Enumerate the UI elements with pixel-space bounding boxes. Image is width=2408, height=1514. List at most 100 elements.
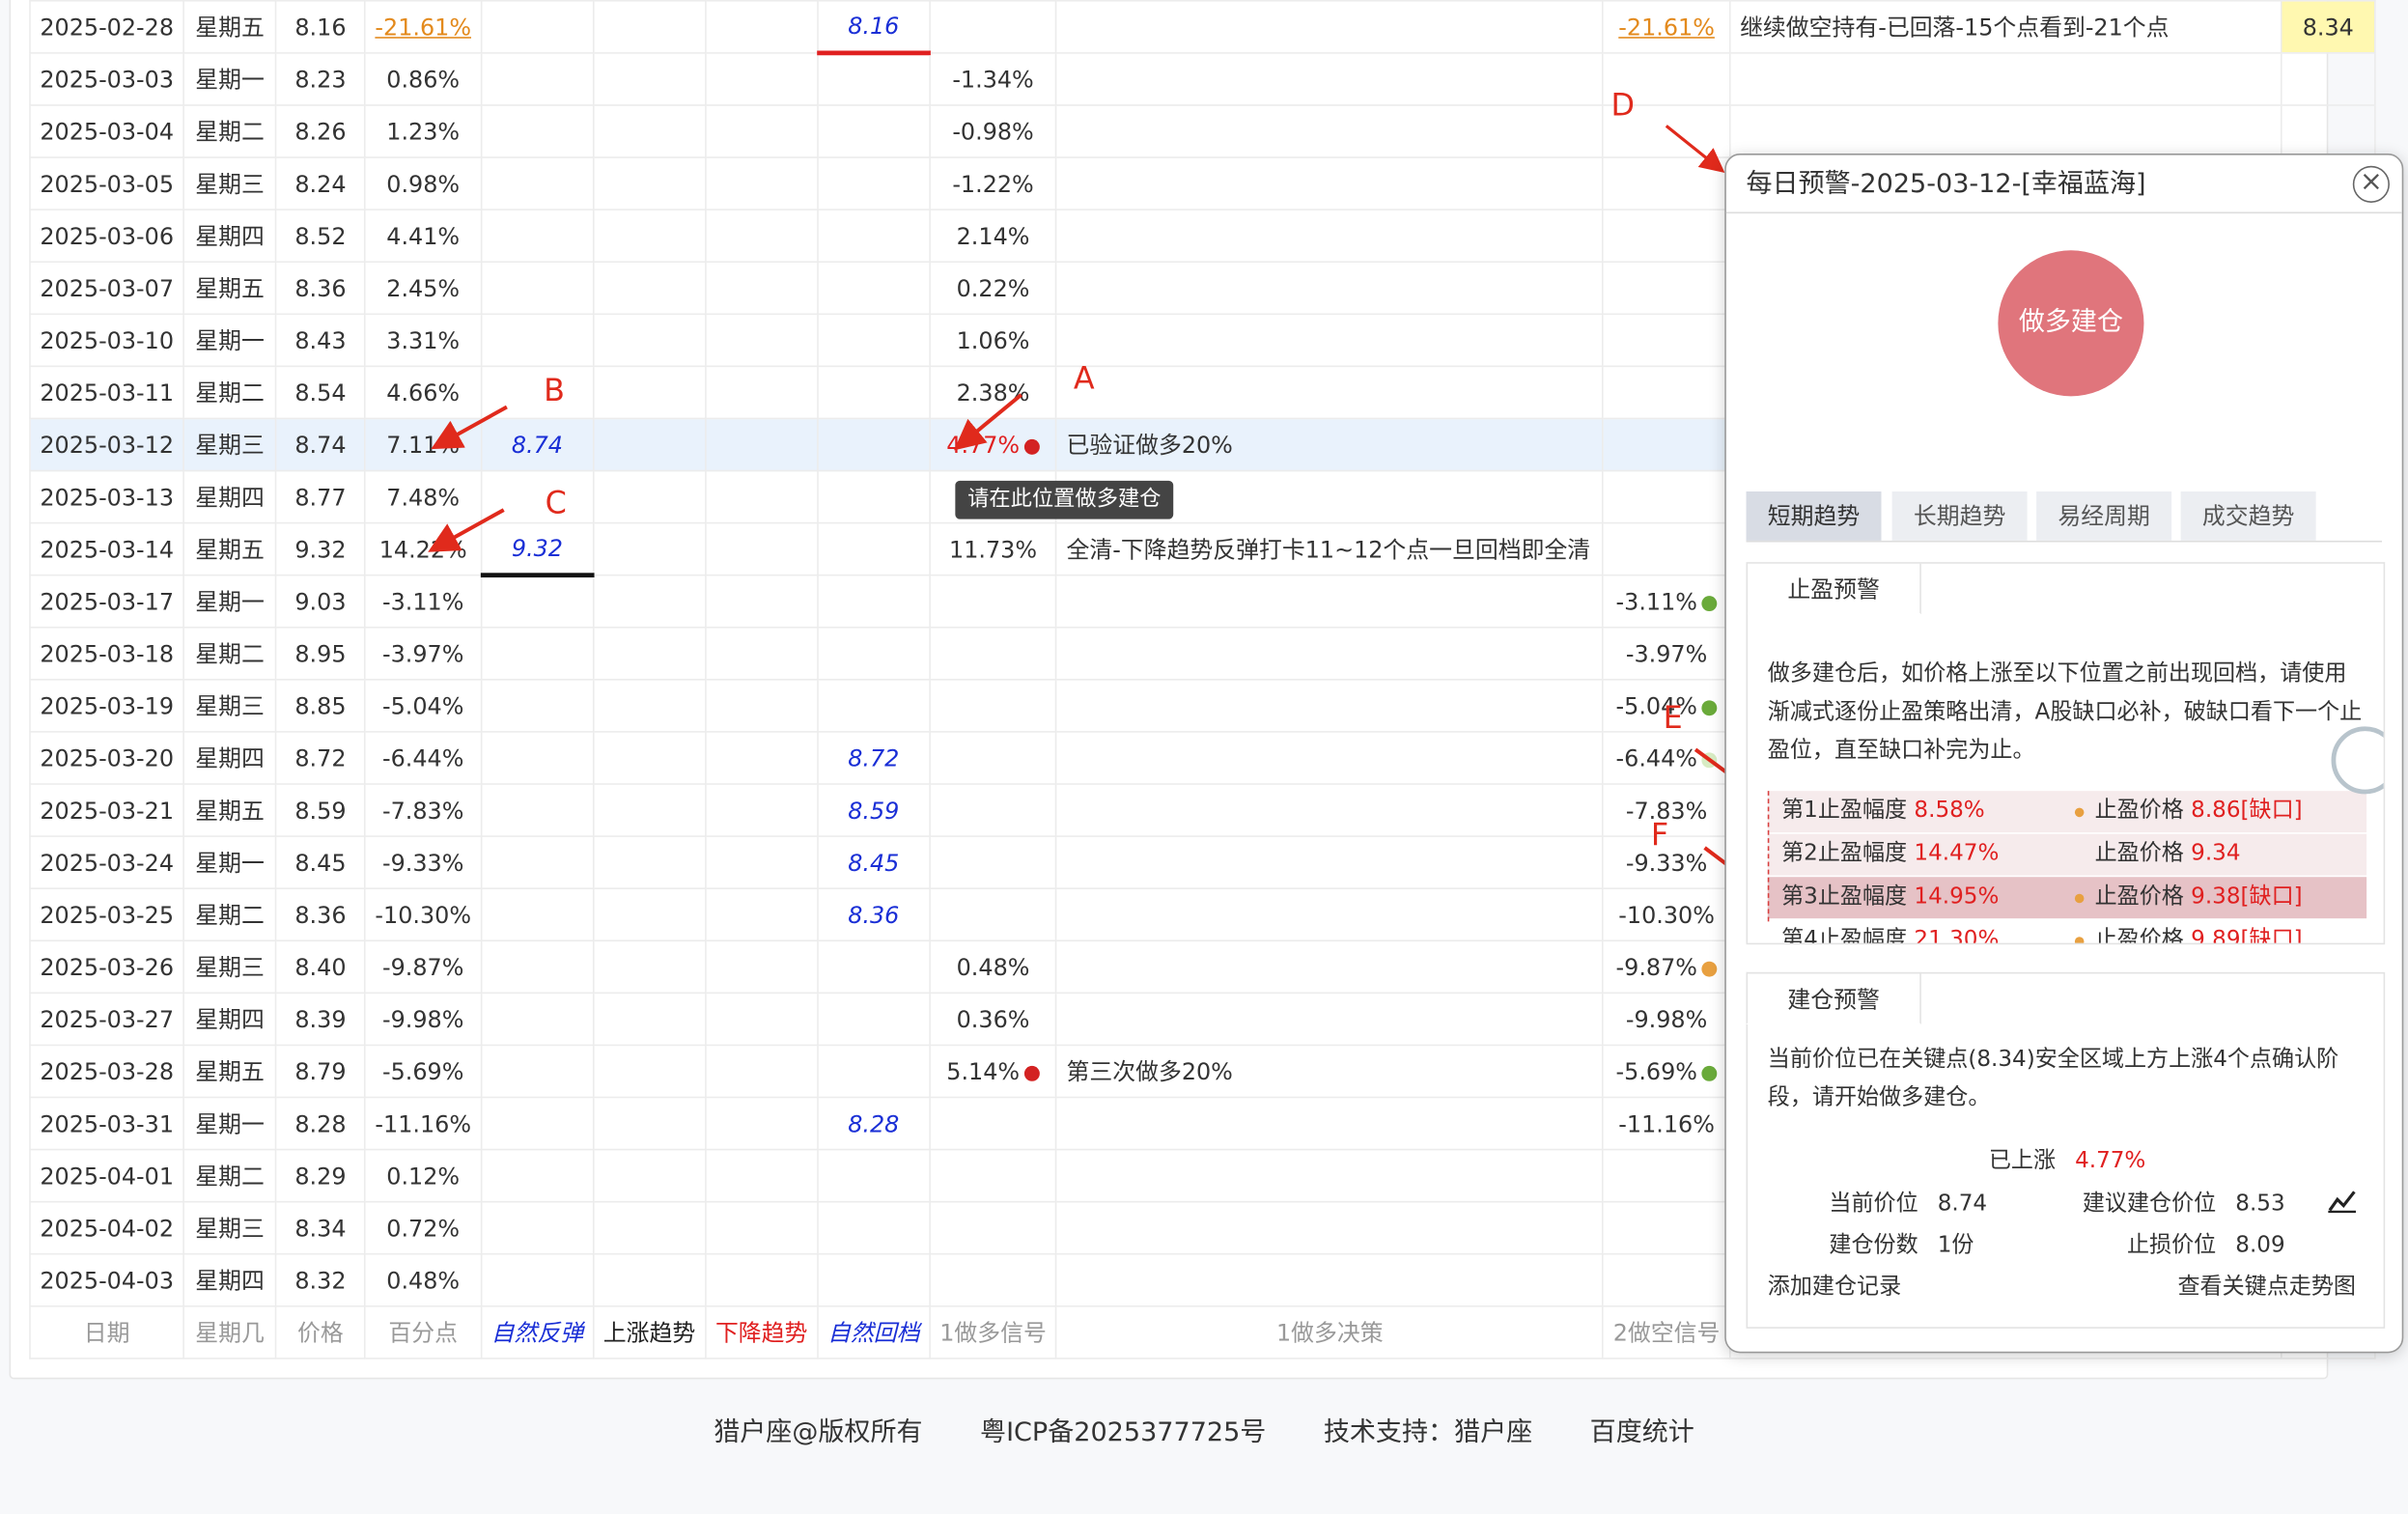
- cell-long-signal: 2.38%: [929, 365, 1057, 420]
- cell-long-decision: [1055, 887, 1605, 942]
- cell-natural-retrace: [816, 521, 931, 576]
- cell-uptrend: [592, 1096, 707, 1151]
- cell-long-signal: [929, 835, 1057, 889]
- cell-long-signal: [929, 1200, 1057, 1255]
- cell-date: 2025-03-03: [29, 52, 185, 106]
- signal-dot-icon[interactable]: [1701, 699, 1718, 715]
- cell-weekday: 星期二: [182, 626, 277, 681]
- annotation-b: B: [544, 371, 565, 409]
- tp-level-pct: 21.30%: [1914, 927, 2000, 945]
- signal-dot-icon[interactable]: [1023, 438, 1040, 455]
- cell-date: 2025-03-05: [29, 156, 185, 210]
- cell-natural-retrace: [816, 104, 931, 158]
- rise-row: 已上涨 4.77%: [1989, 1142, 2146, 1174]
- cell-date: 2025-03-10: [29, 313, 185, 368]
- take-profit-row: 第1止盈幅度 8.58% 止盈价格 8.86[缺口]: [1767, 791, 2367, 833]
- cell-natural-retrace: [816, 1200, 931, 1255]
- cell-uptrend: [592, 52, 707, 106]
- add-record-link[interactable]: 添加建仓记录: [1768, 1269, 1901, 1301]
- cell-downtrend: [704, 679, 819, 733]
- col-weekday: 星期几: [182, 1305, 277, 1360]
- cell-downtrend: [704, 156, 819, 210]
- tp-price-value: 9.34: [2191, 841, 2241, 867]
- cell-price: 8.85: [275, 679, 366, 733]
- trend-chart-icon[interactable]: [2327, 1188, 2358, 1216]
- cell-long-signal: 2.14%: [929, 209, 1057, 263]
- tab-long-trend[interactable]: 长期趋势: [1891, 491, 2028, 541]
- cell-natural-retrace: 8.36: [816, 887, 931, 942]
- cell-downtrend: [704, 1096, 819, 1151]
- cell-uptrend: [592, 783, 707, 837]
- take-profit-row: 第3止盈幅度 14.95% 止盈价格 9.38[缺口]: [1767, 877, 2367, 919]
- cell-weekday: 星期一: [182, 835, 277, 889]
- signal-dot-icon[interactable]: [1023, 1065, 1040, 1080]
- short-signal-value: -5.04%: [1615, 691, 1697, 720]
- cell-downtrend: [704, 887, 819, 942]
- cell-natural-rebound: [480, 365, 595, 420]
- cell-date: 2025-03-20: [29, 731, 185, 785]
- signal-dot-icon[interactable]: [1701, 1065, 1718, 1080]
- cell-downtrend: [704, 313, 819, 368]
- cell-weekday: 星期三: [182, 417, 277, 472]
- signal-dot-icon[interactable]: [1701, 751, 1718, 768]
- cell-weekday: 星期四: [182, 731, 277, 785]
- cell-price: 8.74: [275, 417, 366, 472]
- cell-natural-rebound: [480, 1044, 595, 1099]
- cell-downtrend: [704, 0, 819, 54]
- cell-long-decision: [1055, 1096, 1605, 1151]
- cell-natural-rebound: [480, 313, 595, 368]
- cell-downtrend: [704, 939, 819, 995]
- cell-long-decision: [1055, 1148, 1605, 1203]
- cell-pct: 2.45%: [364, 261, 483, 316]
- close-icon[interactable]: ×: [2352, 165, 2390, 203]
- radar-icon[interactable]: [2331, 726, 2384, 795]
- current-price-row: 当前价位 8.74: [1829, 1186, 1987, 1218]
- stats-link[interactable]: 百度统计: [1590, 1417, 1694, 1448]
- cell-pct: 0.12%: [364, 1148, 483, 1203]
- cell-uptrend: [592, 574, 707, 629]
- tab-short-trend[interactable]: 短期趋势: [1746, 491, 1882, 541]
- cell-long-signal: [929, 887, 1057, 942]
- cell-date: 2025-03-13: [29, 469, 185, 524]
- cell-weekday: 星期四: [182, 1252, 277, 1307]
- cell-weekday: 星期五: [182, 521, 277, 576]
- cell-uptrend: [592, 261, 707, 316]
- tp-level-pct: 14.47%: [1914, 841, 2000, 867]
- cell-uptrend: [592, 365, 707, 420]
- cell-uptrend: [592, 887, 707, 942]
- cell-long-signal: [929, 1148, 1057, 1203]
- cell-weekday: 星期五: [182, 0, 277, 54]
- cell-long-signal: [929, 1252, 1057, 1307]
- signal-dot-icon[interactable]: [1701, 960, 1718, 976]
- cell-pct: -11.16%: [364, 1096, 483, 1151]
- cell-long-decision: [1055, 992, 1605, 1047]
- tab-volume-trend[interactable]: 成交趋势: [2180, 491, 2316, 541]
- tp-price-label: 止盈价格: [2094, 884, 2184, 910]
- signal-dot-icon[interactable]: [1701, 595, 1718, 611]
- shares-row: 建仓份数 1份: [1829, 1227, 1974, 1259]
- cell-natural-rebound: [480, 0, 595, 54]
- cell-long-signal: 4.77%: [929, 417, 1057, 472]
- cell-natural-retrace: [816, 626, 931, 681]
- cell-weekday: 星期一: [182, 313, 277, 368]
- tp-level-pct: 8.58%: [1914, 799, 1985, 824]
- cell-long-decision: [1055, 835, 1605, 889]
- cell-price: 8.77: [275, 469, 366, 524]
- cell-natural-retrace: 8.28: [816, 1096, 931, 1151]
- cell-uptrend: [592, 417, 707, 472]
- cell-pct: -9.33%: [364, 835, 483, 889]
- cell-price: 9.03: [275, 574, 366, 629]
- cell-date: 2025-03-04: [29, 104, 185, 158]
- tab-yijing-cycle[interactable]: 易经周期: [2036, 491, 2172, 541]
- go-long-button[interactable]: 做多建仓: [1998, 250, 2144, 397]
- cell-uptrend: [592, 992, 707, 1047]
- take-profit-header: 止盈预警: [1748, 563, 1921, 615]
- short-signal-value: -5.69%: [1615, 1057, 1697, 1085]
- cell-uptrend: [592, 104, 707, 158]
- view-chart-link[interactable]: 查看关键点走势图: [2177, 1269, 2356, 1301]
- cell-long-signal: 1.06%: [929, 313, 1057, 368]
- short-signal-value: -9.98%: [1625, 1005, 1708, 1033]
- long-signal-value: -1.22%: [952, 169, 1034, 198]
- icp-link[interactable]: 粤ICP备2025377725号: [980, 1417, 1266, 1448]
- cell-long-signal: 11.73%: [929, 521, 1057, 576]
